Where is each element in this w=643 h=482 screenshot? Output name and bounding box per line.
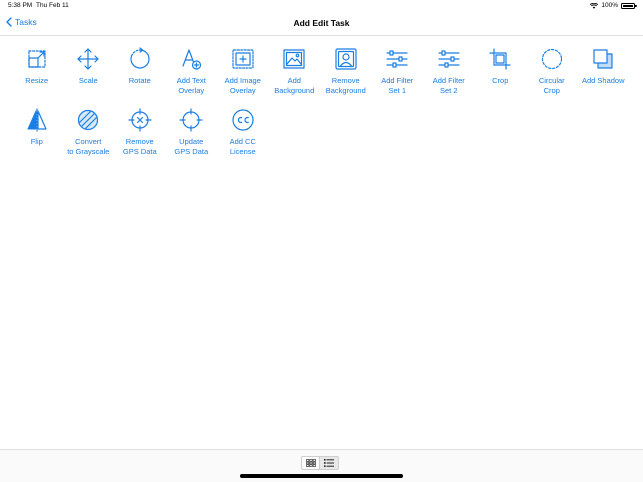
task-add-text-overlay[interactable]: Add Text Overlay — [166, 44, 218, 105]
grayscale-icon — [78, 109, 99, 131]
task-label: Resize — [25, 76, 49, 85]
task-remove-gps-data[interactable]: Remove GPS Data — [114, 105, 166, 166]
list-icon — [324, 459, 334, 467]
image-overlay-icon — [232, 49, 254, 69]
task-add-shadow[interactable]: Add Shadow — [578, 44, 630, 105]
view-toggle — [301, 456, 339, 470]
task-convert-to-grayscale[interactable]: Convert to Grayscale — [63, 105, 115, 166]
home-indicator — [240, 474, 403, 478]
remove-background-icon — [335, 48, 357, 70]
scale-icon — [77, 48, 99, 70]
remove-gps-icon — [128, 108, 152, 132]
filter-sliders-icon — [438, 50, 460, 68]
task-label: Scale — [78, 76, 98, 85]
task-label: Circular Crop — [538, 76, 565, 95]
rotate-icon — [130, 47, 150, 69]
task-rotate[interactable]: Rotate — [114, 44, 166, 105]
task-label: Convert to Grayscale — [67, 137, 110, 156]
resize-icon — [28, 50, 46, 68]
task-label: Remove GPS Data — [122, 137, 157, 156]
wifi-icon — [590, 2, 599, 9]
task-label: Add Background — [274, 76, 315, 95]
task-label: Add Text Overlay — [176, 76, 206, 95]
grid-icon — [305, 459, 316, 467]
status-date: Thu Feb 11 — [36, 2, 69, 9]
task-label: Crop — [492, 76, 509, 85]
task-add-cc-license[interactable]: Add CC License — [217, 105, 269, 166]
status-right: 100% — [590, 2, 637, 9]
shadow-icon — [593, 49, 613, 69]
grid-view-button[interactable] — [301, 456, 320, 470]
task-label: Add Image Overlay — [224, 76, 261, 95]
list-view-button[interactable] — [320, 456, 339, 470]
navigation-bar: Tasks Add Edit Task — [0, 12, 643, 36]
page-title: Add Edit Task — [293, 18, 350, 28]
status-bar: 5:38 PM Thu Feb 11 100% — [0, 0, 643, 12]
task-circular-crop[interactable]: Circular Crop — [526, 44, 578, 105]
task-update-gps-data[interactable]: Update GPS Data — [166, 105, 218, 166]
task-add-image-overlay[interactable]: Add Image Overlay — [217, 44, 269, 105]
battery-icon — [621, 2, 637, 9]
task-remove-background[interactable]: Remove Background — [320, 44, 372, 105]
circular-crop-icon — [541, 48, 562, 70]
task-add-background[interactable]: Add Background — [269, 44, 321, 105]
task-label: Flip — [30, 137, 43, 146]
task-crop[interactable]: Crop — [475, 44, 527, 105]
task-scale[interactable]: Scale — [63, 44, 115, 105]
task-label: Add Shadow — [581, 76, 625, 85]
crop-icon — [489, 48, 511, 70]
task-label: Add Filter Set 1 — [381, 76, 414, 95]
task-label: Add Filter Set 2 — [432, 76, 465, 95]
task-flip[interactable]: Flip — [11, 105, 63, 166]
task-label: Rotate — [128, 76, 151, 85]
filter-sliders-icon — [386, 50, 408, 68]
task-add-filter-set-1[interactable]: Add Filter Set 1 — [372, 44, 424, 105]
battery-percent: 100% — [601, 2, 618, 9]
task-grid: Resize Scale Rotate Add Text Overlay Add Ima… — [11, 44, 643, 166]
task-label: Add CC License — [229, 137, 256, 156]
status-time: 5:38 PM — [8, 2, 33, 9]
cc-license-icon — [232, 109, 254, 131]
background-icon — [283, 49, 305, 69]
text-overlay-icon — [182, 49, 202, 70]
flip-icon — [27, 108, 47, 132]
task-add-filter-set-2[interactable]: Add Filter Set 2 — [423, 44, 475, 105]
task-label: Remove Background — [325, 76, 366, 95]
task-resize[interactable]: Resize — [11, 44, 63, 105]
update-gps-icon — [179, 108, 203, 132]
task-label: Update GPS Data — [174, 137, 209, 156]
